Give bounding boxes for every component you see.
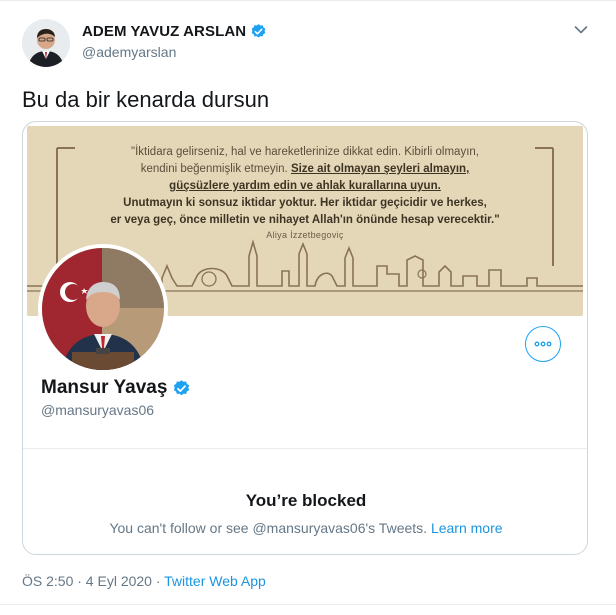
author-avatar-image: [22, 19, 70, 67]
quote-line-2a: kendini beğenmişlik etmeyin.: [140, 163, 291, 175]
author-name-row[interactable]: ADEM YAVUZ ARSLAN: [82, 23, 267, 40]
chevron-down-icon[interactable]: [574, 25, 588, 35]
profile-name-row[interactable]: Mansur Yavaş: [41, 377, 191, 399]
banner-quote: "İktidara gelirseniz, hal ve hareketleri…: [27, 144, 583, 229]
quote-line-1: "İktidara gelirseniz, hal ve hareketleri…: [131, 146, 479, 158]
quote-line-5: er veya geç, önce milletin ve nihayet Al…: [110, 214, 500, 226]
profile-avatar[interactable]: [38, 244, 168, 374]
blocked-title: You’re blocked: [245, 491, 367, 510]
more-options-icon: [534, 341, 552, 347]
quote-line-2b: Size ait olmayan şeyleri almayın,: [290, 163, 470, 175]
profile-handle[interactable]: @mansuryavas06: [41, 402, 154, 418]
quote-line-2: kendini beğenmişlik etmeyin. Size ait ol…: [27, 161, 583, 178]
profile-card: "İktidara gelirseniz, hal ve hareketleri…: [22, 121, 588, 555]
tweet-source-link[interactable]: Twitter Web App: [164, 573, 266, 589]
tweet-meta: ÖS 2:50 · 4 Eyl 2020 · Twitter Web App: [22, 573, 266, 589]
verified-badge-icon: [174, 379, 190, 395]
blocked-message-row: You can't follow or see @mansuryavas06's…: [23, 520, 587, 536]
tweet-timestamp[interactable]: ÖS 2:50 · 4 Eyl 2020 ·: [22, 573, 164, 589]
bottom-divider: [0, 604, 616, 605]
blocked-message: You can't follow or see @mansuryavas06's…: [109, 520, 428, 536]
quote-attribution: Aliya İzzetbegoviç: [266, 230, 344, 240]
more-options-button[interactable]: [525, 326, 561, 362]
author-avatar[interactable]: [22, 19, 70, 67]
author-name[interactable]: ADEM YAVUZ ARSLAN: [82, 23, 246, 40]
quote-line-3: güçsüzlere yardım edin ve ahlak kurallar…: [169, 180, 441, 192]
card-divider: [23, 448, 587, 449]
profile-name[interactable]: Mansur Yavaş: [41, 377, 167, 399]
verified-badge-icon: [251, 24, 266, 38]
author-handle[interactable]: @ademyarslan: [82, 44, 176, 60]
quote-line-4: Unutmayın ki sonsuz iktidar yoktur. Her …: [123, 197, 487, 209]
tweet-text: Bu da bir kenarda dursun: [22, 87, 270, 112]
tweet: ADEM YAVUZ ARSLAN @ademyarslan Bu da bir…: [0, 0, 616, 615]
profile-avatar-image: [42, 248, 164, 370]
learn-more-link[interactable]: Learn more: [431, 520, 503, 536]
